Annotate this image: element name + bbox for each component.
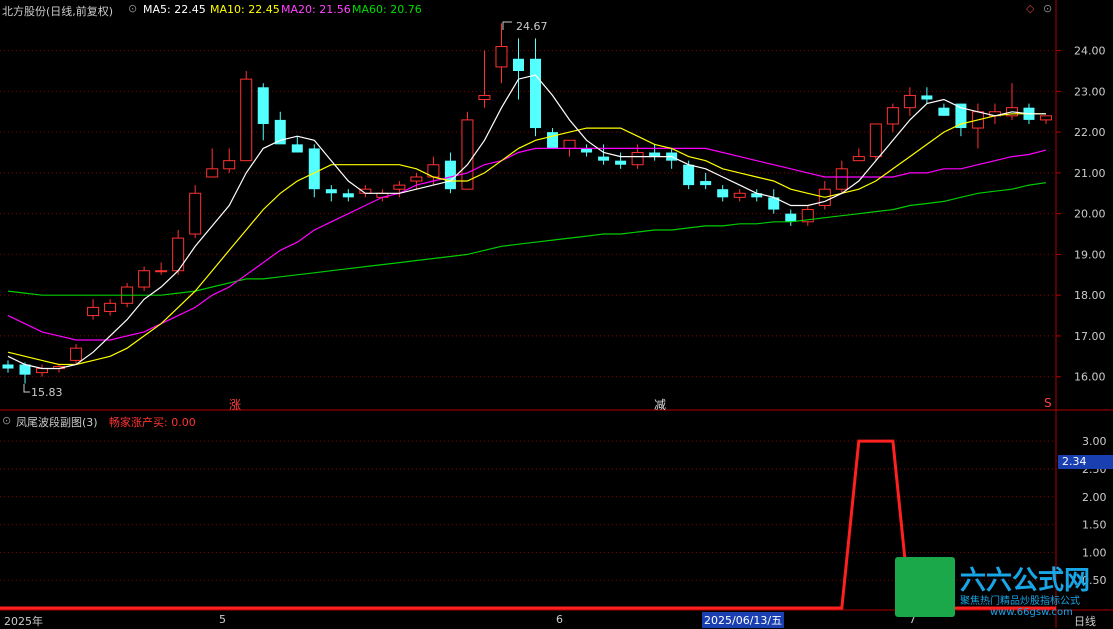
- low-price-label: 15.83: [31, 386, 63, 399]
- candle-body: [700, 181, 712, 186]
- candle-body: [649, 152, 661, 157]
- candle-body: [223, 160, 236, 170]
- ma-expand-icon[interactable]: ⊙: [128, 2, 137, 15]
- main-y-tick-label: 23.00: [1074, 85, 1106, 98]
- candle-body: [1040, 115, 1052, 121]
- ma5-label: MA5: 22.45: [143, 3, 206, 16]
- kline-chart[interactable]: 24.00 23.00 22.00 21.00 20.00 19.00 18.00 17.00…: [0, 0, 1113, 628]
- candle-body: [563, 139, 576, 149]
- sub-y-tick-label: 2.00: [1082, 491, 1107, 504]
- candle-body: [206, 168, 219, 178]
- site-logo-icon: [895, 557, 955, 617]
- sub-current-value: 2.34: [1058, 455, 1113, 469]
- site-logo-sub: 聚焦热门精品炒股指标公式: [960, 596, 1080, 607]
- sub-indicator: 畅家涨产买: 0.00: [109, 416, 196, 429]
- ma20-label: MA20: 21.56: [281, 3, 351, 16]
- candle-body: [683, 164, 695, 186]
- ma60-label: MA60: 20.76: [352, 3, 422, 16]
- sub-expand-icon[interactable]: ⊙: [2, 414, 11, 427]
- ma60-line: [7, 182, 1047, 296]
- main-y-tick-label: 22.00: [1074, 126, 1106, 139]
- fall-marker: 减: [654, 398, 667, 412]
- ma10-line: [7, 113, 1046, 366]
- main-y-tick-label: 18.00: [1074, 289, 1106, 302]
- candle-body: [547, 132, 559, 149]
- candle-body: [598, 156, 610, 161]
- candle-body: [852, 156, 865, 162]
- candle-body: [36, 368, 49, 374]
- sub-y-tick-label: 3.00: [1082, 435, 1107, 448]
- settings-circle-icon[interactable]: ⊙: [1043, 2, 1052, 15]
- candle-body: [530, 58, 542, 129]
- candle-body: [155, 270, 168, 273]
- sub-y-tick-label: 1.50: [1082, 519, 1107, 532]
- sub-y-tick-label: 1.00: [1082, 546, 1107, 559]
- candle-body: [2, 364, 14, 369]
- main-y-tick-label: 16.00: [1074, 371, 1106, 384]
- candle-body: [410, 176, 423, 182]
- ma10-label: MA10: 22.45: [210, 3, 280, 16]
- candle-body: [342, 193, 354, 198]
- candle-body: [291, 144, 303, 153]
- candle-body: [835, 168, 848, 190]
- sub-title: 凤尾波段副图(3): [16, 416, 98, 429]
- main-y-tick-label: 17.00: [1074, 330, 1106, 343]
- candle-body: [615, 160, 627, 165]
- candle-body: [785, 213, 797, 222]
- candle-body: [512, 58, 524, 71]
- high-price-label: 24.67: [516, 20, 548, 33]
- candle-body: [393, 184, 406, 190]
- ma20-line: [7, 147, 1047, 341]
- candle-body: [938, 107, 950, 116]
- rise-marker: 涨: [229, 398, 242, 412]
- candle-body: [325, 189, 337, 194]
- candle-body: [240, 78, 253, 162]
- candle-body: [444, 160, 456, 190]
- s-marker: S: [1044, 396, 1052, 410]
- candle-body: [495, 46, 508, 68]
- candle-body: [87, 306, 100, 317]
- x-label-cursor-date: 2025/06/13/五: [702, 612, 785, 628]
- high-leader: [502, 21, 512, 30]
- candle-body: [257, 87, 269, 124]
- main-y-tick-label: 19.00: [1074, 248, 1106, 261]
- candle-body: [921, 95, 933, 100]
- main-y-tick-label: 21.00: [1074, 167, 1106, 180]
- candle-body: [478, 94, 491, 101]
- candle-body: [308, 148, 320, 190]
- low-leader: [23, 384, 30, 393]
- diamond-icon[interactable]: ◇: [1026, 2, 1034, 15]
- candle-body: [903, 94, 916, 109]
- period-label[interactable]: 日线: [1074, 613, 1096, 629]
- candle-body: [104, 302, 117, 312]
- stock-title: 北方股份(日线,前复权): [2, 5, 114, 18]
- candle-body: [717, 189, 729, 198]
- site-logo-url: www.66gsw.com: [990, 607, 1073, 618]
- main-y-tick-label: 20.00: [1074, 208, 1106, 221]
- candle-body: [138, 270, 151, 288]
- candle-body: [189, 192, 202, 235]
- x-label-year: 2025年: [4, 615, 43, 628]
- candle-body: [886, 107, 899, 125]
- candle-body: [631, 152, 644, 166]
- candle-body: [869, 123, 882, 158]
- x-label-jun: 6: [556, 613, 563, 626]
- candle-body: [581, 148, 593, 153]
- main-y-tick-label: 24.00: [1074, 45, 1106, 58]
- candle-body: [70, 347, 83, 361]
- candle-body: [733, 192, 746, 198]
- x-label-may: 5: [219, 613, 226, 626]
